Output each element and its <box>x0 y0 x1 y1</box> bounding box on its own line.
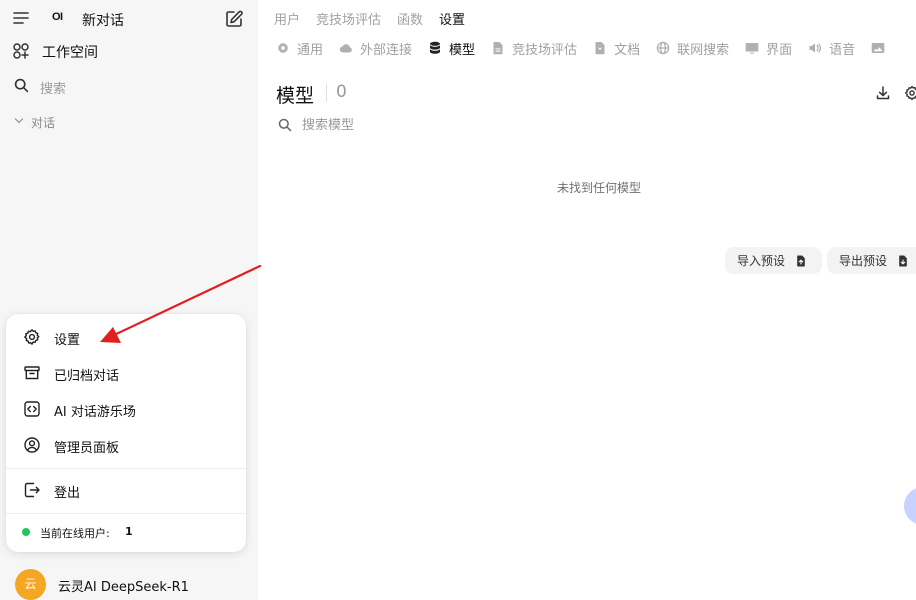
tab-web-search[interactable]: 联网搜索 <box>656 38 729 58</box>
gear-icon <box>276 41 290 55</box>
sidebar-search[interactable]: 搜索 <box>0 72 258 98</box>
online-users-label: 当前在线用户: <box>40 527 110 540</box>
globe-icon <box>656 41 670 55</box>
user-profile-button[interactable]: 云 云灵AI DeepSeek-R1 <box>0 568 258 600</box>
nav-tab-functions[interactable]: 函数 <box>397 9 423 28</box>
tab-general[interactable]: 通用 <box>276 38 323 58</box>
code-icon <box>23 400 41 418</box>
database-icon <box>428 41 442 55</box>
tab-label: 模型 <box>449 42 476 58</box>
model-search-input[interactable] <box>302 115 562 135</box>
export-presets-button[interactable]: 导出预设 <box>827 247 916 274</box>
sidebar-item-workspace[interactable]: 工作空间 <box>0 38 258 64</box>
monitor-icon <box>745 41 759 55</box>
menu-item-playground[interactable]: AI 对话游乐场 <box>6 394 246 424</box>
menu-item-archived-chats[interactable]: 已归档对话 <box>6 358 246 388</box>
document-icon <box>491 41 505 55</box>
user-name: 云灵AI DeepSeek-R1 <box>58 580 189 595</box>
tab-label: 联网搜索 <box>677 42 730 58</box>
user-circle-icon <box>23 436 41 454</box>
file-icon <box>593 41 607 55</box>
menu-item-label: 管理员面板 <box>54 441 120 456</box>
button-label: 导出预设 <box>839 254 888 268</box>
model-count: 0 <box>336 82 347 102</box>
menu-item-label: 设置 <box>54 333 81 348</box>
title-divider <box>326 84 327 102</box>
sidebar-section-conversations[interactable]: 对话 <box>0 110 258 132</box>
tab-interface[interactable]: 界面 <box>745 38 792 58</box>
settings-tabs: 通用 外部连接 模型 竞技场评估 文档 联网搜索 界面 语音 <box>276 38 908 58</box>
tab-connections[interactable]: 外部连接 <box>339 38 412 58</box>
gear-icon <box>23 328 41 346</box>
floating-help-button[interactable] <box>904 487 916 525</box>
tab-audio[interactable]: 语音 <box>808 38 855 58</box>
nav-tab-arena[interactable]: 竞技场评估 <box>316 9 381 28</box>
tab-label: 文档 <box>614 42 641 58</box>
archive-icon <box>23 364 41 382</box>
app-logo[interactable]: OI <box>52 11 63 23</box>
online-users-count: 1 <box>125 525 133 538</box>
online-status-dot <box>22 528 30 536</box>
tab-label: 界面 <box>766 42 793 58</box>
user-menu: 设置 已归档对话 AI 对话游乐场 管理员面板 登出 当前在线用户: 1 <box>6 314 246 552</box>
tab-label: 通用 <box>297 42 324 58</box>
admin-top-nav: 用户 竞技场评估 函数 设置 <box>274 9 465 28</box>
new-chat-button[interactable]: 新对话 <box>82 10 124 30</box>
button-label: 导入预设 <box>737 254 786 268</box>
online-users-status: 当前在线用户: 1 <box>6 522 246 542</box>
import-presets-button[interactable]: 导入预设 <box>725 247 822 274</box>
chevron-down-icon <box>14 116 24 126</box>
file-upload-icon <box>795 255 807 267</box>
sidebar-header: OI 新对话 <box>0 3 258 33</box>
tab-models[interactable]: 模型 <box>428 38 475 58</box>
tab-label: 外部连接 <box>360 42 413 58</box>
edit-icon[interactable] <box>224 9 244 29</box>
image-icon <box>871 41 885 55</box>
download-icon[interactable] <box>875 85 891 101</box>
empty-state-message: 未找到任何模型 <box>556 181 641 195</box>
sidebar-item-label: 工作空间 <box>42 45 98 61</box>
speaker-icon <box>808 41 822 55</box>
tab-images[interactable] <box>871 38 892 58</box>
page-title: 模型 <box>276 85 315 107</box>
menu-item-admin-panel[interactable]: 管理员面板 <box>6 430 246 460</box>
tab-label: 语音 <box>829 42 856 58</box>
tab-documents[interactable]: 文档 <box>593 38 640 58</box>
menu-item-settings[interactable]: 设置 <box>6 322 246 352</box>
menu-item-label: 登出 <box>54 486 81 501</box>
nav-tab-users[interactable]: 用户 <box>274 9 300 28</box>
menu-item-label: 已归档对话 <box>54 369 120 384</box>
avatar: 云 <box>15 569 46 600</box>
tab-label: 竞技场评估 <box>512 42 578 58</box>
menu-divider <box>6 513 246 514</box>
nav-tab-settings[interactable]: 设置 <box>439 9 465 28</box>
section-label: 对话 <box>31 116 56 130</box>
settings-main-panel: 用户 竞技场评估 函数 设置 通用 外部连接 模型 竞技场评估 文档 联网搜索 … <box>258 0 916 600</box>
menu-item-logout[interactable]: 登出 <box>6 475 246 505</box>
logout-icon <box>23 481 41 499</box>
cloud-icon <box>339 41 353 55</box>
sidebar: OI 新对话 工作空间 搜索 对话 设置 已归档对话 AI 对话游乐场 管理员面… <box>0 0 258 600</box>
search-icon <box>278 118 292 132</box>
menu-icon[interactable] <box>12 9 30 27</box>
grid-icon <box>12 42 30 60</box>
menu-divider <box>6 468 246 469</box>
sidebar-search-label: 搜索 <box>40 82 67 97</box>
gear-icon[interactable] <box>904 85 916 101</box>
search-icon <box>14 78 29 93</box>
tab-arena[interactable]: 竞技场评估 <box>491 38 577 58</box>
menu-item-label: AI 对话游乐场 <box>54 405 136 420</box>
file-download-icon <box>897 255 909 267</box>
